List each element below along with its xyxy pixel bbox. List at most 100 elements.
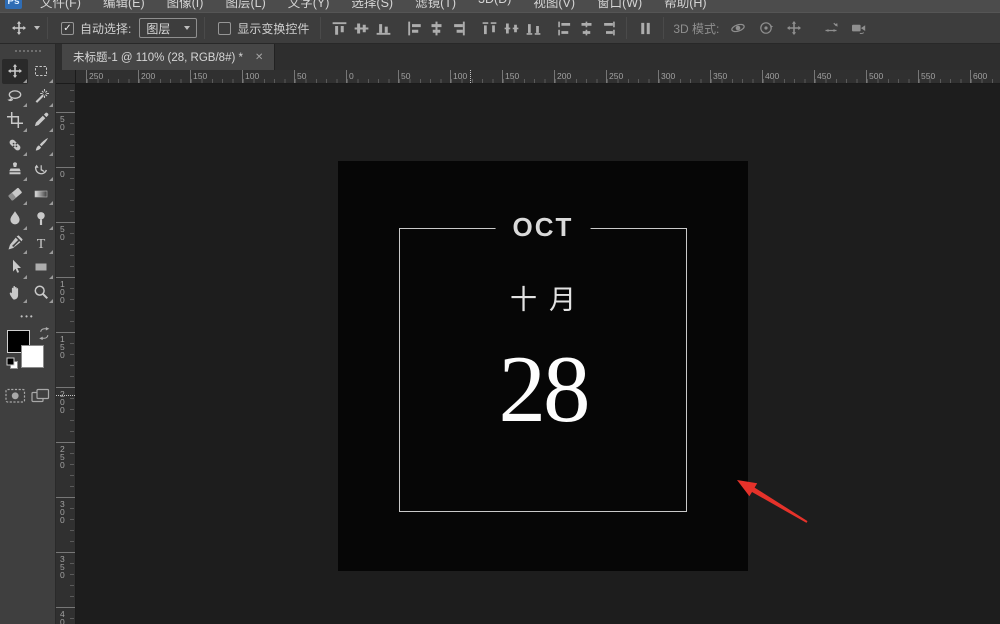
- rect-shape-tool[interactable]: [28, 255, 54, 280]
- tool-flyout-indicator: [49, 103, 53, 107]
- align-top-icon[interactable]: [328, 17, 350, 39]
- align-bottom-icon[interactable]: [372, 17, 394, 39]
- distribute-left-icon[interactable]: [553, 17, 575, 39]
- menu-item[interactable]: 视图(V): [522, 0, 586, 12]
- align-horizontal-center-icon[interactable]: [425, 17, 447, 39]
- gradient-tool[interactable]: [28, 182, 54, 207]
- tool-flyout-indicator: [23, 177, 27, 181]
- 3d-roll-icon[interactable]: [755, 17, 777, 39]
- distribute-top-icon[interactable]: [478, 17, 500, 39]
- pen-tool[interactable]: [2, 231, 28, 256]
- distribute-right-icon[interactable]: [597, 17, 619, 39]
- ruler-label: 400: [765, 71, 779, 81]
- rect-marquee-tool[interactable]: [28, 59, 54, 84]
- canvas-pane[interactable]: OCT 十月 28: [76, 84, 1000, 624]
- ruler-label: 0: [60, 170, 65, 178]
- ruler-label: 0: [349, 71, 354, 81]
- spot-healing-tool[interactable]: [2, 133, 28, 158]
- hand-tool[interactable]: [2, 280, 28, 305]
- ruler-corner[interactable]: [56, 70, 76, 84]
- horizontal-ruler[interactable]: 2502001501005005010015020025030035040045…: [76, 70, 1000, 84]
- calendar-day: 28: [338, 342, 748, 437]
- swap-colors-icon[interactable]: [38, 327, 50, 345]
- screen-mode-icon[interactable]: [31, 388, 50, 409]
- menu-item[interactable]: 编辑(E): [92, 0, 156, 12]
- ruler-tick: [56, 167, 75, 168]
- dodge-tool[interactable]: [28, 206, 54, 231]
- move-tool-icon[interactable]: [8, 17, 30, 39]
- calendar-month-zh: 十月: [338, 278, 748, 317]
- quick-mask-icon[interactable]: [5, 387, 26, 409]
- tool-flyout-indicator: [49, 152, 53, 156]
- eyedropper-tool[interactable]: [28, 108, 54, 133]
- chevron-down-icon: [184, 26, 190, 30]
- brush-tool[interactable]: [28, 133, 54, 158]
- auto-select-checkbox[interactable]: ✓: [61, 22, 74, 35]
- separator: [47, 17, 48, 39]
- type-tool[interactable]: T: [28, 231, 54, 256]
- clone-stamp-tool[interactable]: [2, 157, 28, 182]
- blur-tool[interactable]: [2, 206, 28, 231]
- calendar-month-abbr: OCT: [496, 212, 591, 242]
- crop-tool[interactable]: [2, 108, 28, 133]
- ruler-tick: [56, 222, 75, 223]
- align-left-icon[interactable]: [403, 17, 425, 39]
- magic-wand-tool[interactable]: [28, 84, 54, 109]
- ruler-tick: [294, 70, 295, 83]
- distribute-spacing-icon[interactable]: [634, 17, 656, 39]
- 3d-pan-icon[interactable]: [783, 17, 805, 39]
- show-transform-label: 显示变换控件: [237, 20, 309, 37]
- menu-item[interactable]: 3D(D): [467, 0, 522, 12]
- lasso-tool[interactable]: [2, 84, 28, 109]
- ruler-tick: [658, 70, 659, 83]
- menu-item[interactable]: 图层(L): [214, 0, 276, 12]
- panel-grip[interactable]: [15, 50, 41, 52]
- menu-item[interactable]: 文字(Y): [277, 0, 341, 12]
- ruler-tick: [606, 70, 607, 83]
- move-tool[interactable]: [2, 59, 28, 84]
- background-color-swatch[interactable]: [21, 345, 44, 368]
- path-select-tool[interactable]: [2, 255, 28, 280]
- ruler-tick: [56, 442, 75, 443]
- distribute-vertical-center-icon[interactable]: [500, 17, 522, 39]
- close-icon[interactable]: ✕: [255, 52, 263, 63]
- menu-item[interactable]: 窗口(W): [586, 0, 653, 12]
- show-transform-checkbox[interactable]: [218, 22, 231, 35]
- tool-flyout-indicator: [23, 201, 27, 205]
- distribute-bottom-icon[interactable]: [522, 17, 544, 39]
- ruler-tick: [56, 497, 75, 498]
- menu-item[interactable]: 图像(I): [156, 0, 215, 12]
- auto-select-target-dropdown[interactable]: 图层: [139, 18, 197, 38]
- ruler-label: 300: [60, 500, 65, 524]
- menu-item[interactable]: 帮助(H): [653, 0, 717, 12]
- vertical-ruler[interactable]: 50050100150200250300350400: [56, 84, 76, 624]
- zoom-tool[interactable]: [28, 280, 54, 305]
- tool-flyout-indicator: [23, 275, 27, 279]
- tool-flyout-indicator: [23, 152, 27, 156]
- menu-item[interactable]: 滤镜(T): [404, 0, 467, 12]
- default-colors-icon[interactable]: [6, 357, 19, 375]
- history-brush-tool[interactable]: [28, 157, 54, 182]
- menu-item[interactable]: 文件(F): [29, 0, 92, 12]
- ruler-label: 200: [557, 71, 571, 81]
- eraser-tool[interactable]: [2, 182, 28, 207]
- ruler-label: 600: [973, 71, 987, 81]
- dropdown-value: 图层: [146, 20, 170, 37]
- ruler-tick: [86, 70, 87, 83]
- ruler-tick: [918, 70, 919, 83]
- tool-flyout-indicator: [49, 299, 53, 303]
- align-right-icon[interactable]: [447, 17, 469, 39]
- edit-toolbar-icon[interactable]: •••: [0, 312, 55, 321]
- 3d-slide-icon[interactable]: [820, 17, 842, 39]
- ruler-label: 500: [869, 71, 883, 81]
- photoshop-logo: Ps: [5, 0, 22, 9]
- menu-item[interactable]: 选择(S): [340, 0, 404, 12]
- document-tab[interactable]: 未标题-1 @ 110% (28, RGB/8#) * ✕: [62, 44, 275, 70]
- distribute-horizontal-center-icon[interactable]: [575, 17, 597, 39]
- align-vertical-center-icon[interactable]: [350, 17, 372, 39]
- ruler-tick: [138, 70, 139, 83]
- 3d-orbit-icon[interactable]: [727, 17, 749, 39]
- 3d-camera-icon[interactable]: [848, 17, 870, 39]
- document-canvas[interactable]: OCT 十月 28: [338, 161, 748, 571]
- chevron-down-icon[interactable]: [34, 26, 40, 30]
